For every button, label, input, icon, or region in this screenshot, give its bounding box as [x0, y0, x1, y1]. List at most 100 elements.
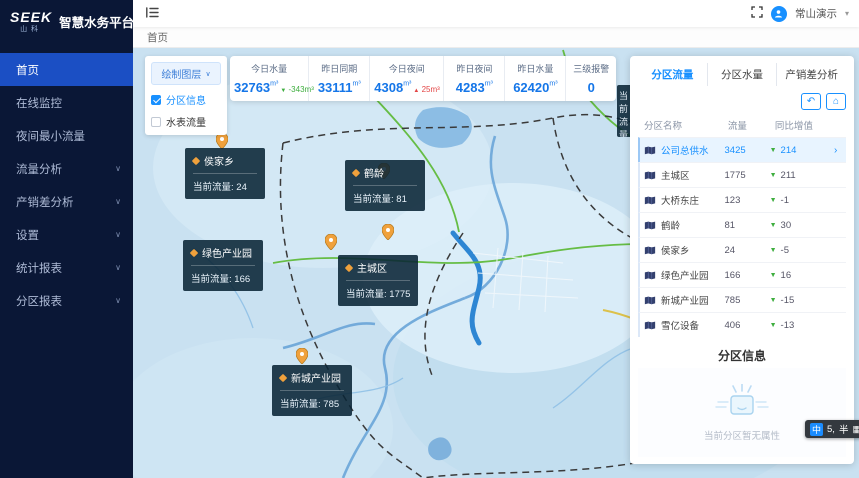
zone-name: 主城区: [661, 168, 690, 182]
stat-label: 昨日夜间: [448, 62, 500, 75]
ime-keyboard-icon[interactable]: ▦: [852, 424, 859, 435]
logo-mark: SEEK 山科: [10, 10, 52, 33]
back-icon[interactable]: ↶: [801, 93, 821, 110]
ime-halfwidth-label[interactable]: 半: [839, 422, 849, 436]
breadcrumb-item-home[interactable]: 首页: [147, 30, 168, 45]
stat-level3-alarms: 三级报警 0: [566, 56, 616, 101]
stat-value: 0: [588, 80, 595, 95]
zone-panel: 分区流量 分区水量 产销差分析 ↶ ⌂ 分区名称 流量 同比增值 公司总供水 3…: [630, 56, 854, 464]
table-row[interactable]: 新城产业园 785 ▼-15: [638, 287, 846, 312]
topbar: 常山演示 ▾: [133, 0, 859, 27]
map-tooltip-heling[interactable]: 鹤龄 当前流量: 81: [345, 160, 425, 211]
map-tooltip-main-city[interactable]: 主城区 当前流量: 1775: [338, 255, 418, 306]
username[interactable]: 常山演示: [795, 6, 837, 21]
stat-tonight-volume: 今日夜间 4308m³▲ 25m³: [370, 56, 444, 101]
home-icon[interactable]: ⌂: [826, 93, 846, 110]
map-pin-icon[interactable]: [382, 224, 394, 245]
map-tooltip-houjiaxiang[interactable]: 侯家乡 当前流量: 24: [185, 148, 265, 199]
stat-label: 昨日水量: [509, 62, 561, 75]
map-tooltip-green-industrial-park[interactable]: 绿色产业园 当前流量: 166: [183, 240, 263, 291]
tooltip-flow-value: 24: [236, 182, 247, 193]
logo-main-text: SEEK: [10, 10, 52, 24]
sidebar-menu: 首页 在线监控 夜间最小流量 流量分析∨ 产销差分析∨ 设置∨ 统计报表∨ 分区…: [0, 53, 133, 317]
zone-flow: 24: [725, 245, 770, 256]
layer-panel: 绘制图层 ∨ 分区信息 水表流量: [145, 56, 227, 135]
checkbox-checked-icon[interactable]: [151, 95, 161, 105]
sidebar-item-flow-analysis[interactable]: 流量分析∨: [0, 152, 133, 185]
table-row[interactable]: 绿色产业园 166 ▼16: [638, 262, 846, 287]
zone-name: 公司总供水: [661, 143, 709, 157]
ime-logo-icon[interactable]: 中: [810, 423, 823, 436]
column-header-yoy: 同比增值: [775, 118, 842, 132]
stat-delta: 25m³: [422, 85, 440, 94]
triangle-down-icon: ▼: [770, 147, 777, 154]
triangle-down-icon: ▼: [770, 222, 777, 229]
zone-delta: 16: [781, 270, 792, 281]
table-row[interactable]: 侯家乡 24 ▼-5: [638, 237, 846, 262]
zone-delta: -5: [781, 245, 789, 256]
stat-unit: m³: [549, 81, 557, 88]
zone-delta: -13: [781, 320, 795, 331]
sidebar-item-label: 首页: [16, 62, 39, 78]
tooltip-zone-name: 主城区: [357, 260, 387, 275]
table-row[interactable]: 鹤龄 81 ▼30: [638, 212, 846, 237]
zone-name: 绿色产业园: [661, 268, 709, 282]
zone-panel-tabs: 分区流量 分区水量 产销差分析: [638, 63, 846, 86]
sidebar-item-label: 夜间最小流量: [16, 128, 85, 144]
stat-value: 62420: [513, 80, 549, 95]
sidebar-item-settings[interactable]: 设置∨: [0, 218, 133, 251]
layer-option-zone-info[interactable]: 分区信息: [151, 92, 221, 107]
avatar[interactable]: [771, 6, 787, 22]
table-row[interactable]: 大桥东庄 123 ▼-1: [638, 187, 846, 212]
sidebar-item-zone-reports[interactable]: 分区报表∨: [0, 284, 133, 317]
sidebar-item-nrw-analysis[interactable]: 产销差分析∨: [0, 185, 133, 218]
table-row[interactable]: 主城区 1775 ▼211: [638, 162, 846, 187]
table-row[interactable]: 雪亿设备 406 ▼-13: [638, 312, 846, 337]
sidebar-item-online-monitor[interactable]: 在线监控: [0, 86, 133, 119]
empty-box-icon: [714, 384, 770, 422]
diamond-marker-icon: [345, 263, 353, 271]
tooltip-flow-label: 当前流量:: [346, 289, 387, 300]
sidebar-item-night-min-flow[interactable]: 夜间最小流量: [0, 119, 133, 152]
tooltip-flow-value: 785: [323, 399, 339, 410]
stat-unit: m³: [270, 81, 278, 88]
layer-option-meter-flow[interactable]: 水表流量: [151, 114, 221, 129]
table-row[interactable]: 公司总供水 3425 ▼214 ›: [638, 137, 846, 162]
tooltip-flow-label: 当前流量:: [280, 399, 321, 410]
fullscreen-icon[interactable]: [751, 5, 763, 23]
sidebar-item-home[interactable]: 首页: [0, 53, 133, 86]
map-tooltip-new-city-industrial-park[interactable]: 新城产业园 当前流量: 785: [272, 365, 352, 416]
zone-delta: -1: [781, 195, 789, 206]
zone-flow: 123: [725, 195, 770, 206]
triangle-up-icon: ▲: [413, 88, 419, 94]
zone-delta: 211: [781, 170, 796, 181]
diamond-marker-icon: [279, 373, 287, 381]
ime-toolbar[interactable]: 中 5, 半 ▦: [805, 420, 859, 438]
zone-flow: 3425: [725, 145, 770, 156]
layer-dropdown-button[interactable]: 绘制图层 ∨: [151, 62, 221, 85]
stat-yesterday-volume: 昨日水量 62420m³: [505, 56, 566, 101]
stat-label: 三级报警: [570, 62, 612, 75]
zone-delta: 30: [781, 220, 792, 231]
sidebar-item-stat-reports[interactable]: 统计报表∨: [0, 251, 133, 284]
stat-unit: m³: [485, 81, 493, 88]
stat-yesterday-same-period: 昨日同期 33111m³: [309, 56, 370, 101]
tab-zone-volume[interactable]: 分区水量: [708, 63, 778, 86]
app-title: 智慧水务平台: [59, 12, 134, 31]
app-logo: SEEK 山科 智慧水务平台: [0, 0, 133, 45]
chevron-down-icon: ∨: [115, 197, 121, 206]
zone-icon: [644, 269, 656, 281]
map-tooltip-clipped: 当前流量: [617, 85, 630, 137]
tab-nrw-analysis[interactable]: 产销差分析: [777, 63, 846, 86]
tab-zone-flow[interactable]: 分区流量: [638, 63, 708, 86]
map-pin-icon[interactable]: [325, 234, 337, 255]
ime-mode-label[interactable]: 5,: [827, 424, 835, 435]
stat-label: 昨日同期: [313, 62, 365, 75]
zone-delta: -15: [781, 295, 795, 306]
checkbox-unchecked-icon[interactable]: [151, 117, 161, 127]
zone-flow: 785: [725, 295, 770, 306]
zone-icon: [644, 319, 656, 331]
breadcrumb: 首页: [133, 27, 859, 48]
sidebar-item-label: 分区报表: [16, 293, 62, 309]
menu-collapse-icon[interactable]: [146, 5, 159, 23]
